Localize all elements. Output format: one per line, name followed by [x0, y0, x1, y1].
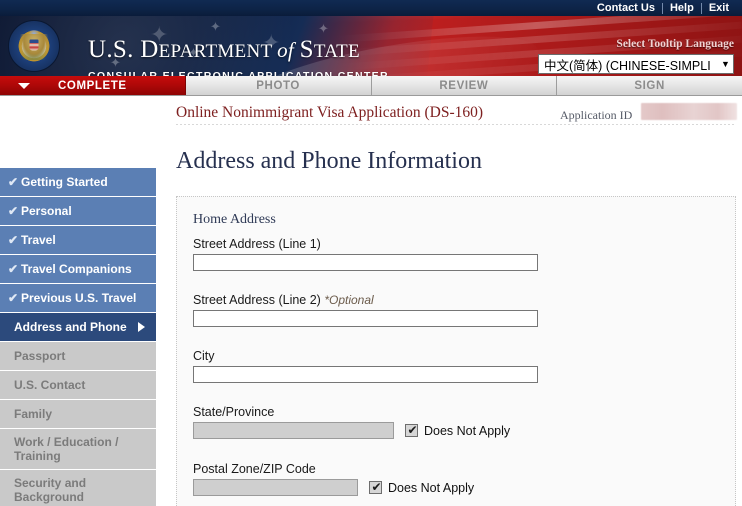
street-address-line2-input[interactable]	[193, 310, 538, 327]
tab-review-label: REVIEW	[439, 79, 489, 92]
sidebar-item-label: Getting Started	[21, 175, 108, 189]
chevron-right-icon	[138, 322, 145, 332]
city-label: City	[193, 349, 215, 363]
postal-zip-row: Does Not Apply	[193, 479, 474, 496]
brand-us: U.S.	[88, 36, 141, 63]
tooltip-language-label: Select Tooltip Language	[616, 38, 734, 50]
brand-of: of	[277, 38, 300, 62]
sidebar-item-address-and-phone[interactable]: Address and Phone	[0, 313, 156, 341]
brand-d: D	[140, 36, 159, 63]
sidebar-item-family[interactable]: Family	[0, 400, 156, 428]
state-province-input[interactable]	[193, 422, 394, 439]
sidebar-item-label: Previous U.S. Travel	[21, 291, 137, 305]
sidebar-item-personal[interactable]: ✔ Personal	[0, 197, 156, 225]
street-address-line2-field: Street Address (Line 2) *Optional	[193, 293, 538, 327]
postal-does-not-apply-label: Does Not Apply	[388, 480, 475, 495]
exit-link[interactable]: Exit	[702, 0, 736, 16]
brand-s: S	[299, 36, 314, 63]
state-does-not-apply-checkbox-wrap[interactable]: Does Not Apply	[405, 422, 511, 438]
sidebar-item-label: Personal	[21, 204, 72, 218]
chevron-down-icon[interactable]: ▼	[718, 55, 733, 73]
state-province-field: State/Province Does Not Apply	[193, 405, 510, 439]
help-link[interactable]: Help	[663, 0, 701, 16]
sidebar-item-label: Travel Companions	[21, 262, 132, 276]
city-field: City	[193, 349, 538, 383]
tab-sign-label: SIGN	[634, 79, 665, 92]
sidebar-item-travel-companions[interactable]: ✔ Travel Companions	[0, 255, 156, 283]
sidebar-item-label: Family	[14, 407, 53, 421]
sidebar-item-us-contact[interactable]: U.S. Contact	[0, 371, 156, 399]
city-input[interactable]	[193, 366, 538, 383]
flag-star-icon: ✦	[318, 21, 329, 36]
tab-photo-label: PHOTO	[256, 79, 300, 92]
street-address-line1-label: Street Address (Line 1)	[193, 237, 321, 251]
sidebar-item-label: Travel	[21, 233, 56, 247]
tooltip-language-select[interactable]: 中文(简体) (CHINESE-SIMPLI ▼	[538, 54, 734, 74]
application-id-label: Application ID	[560, 108, 633, 122]
check-icon: ✔	[8, 204, 19, 218]
utility-bar: Contact Us Help Exit	[0, 0, 742, 16]
sidebar-item-previous-us-travel[interactable]: ✔ Previous U.S. Travel	[0, 284, 156, 312]
brand-tate: TATE	[313, 41, 360, 62]
postal-zip-input[interactable]	[193, 479, 358, 496]
sidebar-item-label: Security and Background	[14, 476, 87, 504]
tab-complete-label: COMPLETE	[58, 79, 127, 92]
sidebar-item-label: U.S. Contact	[14, 378, 86, 392]
progress-step-tabs: COMPLETE PHOTO REVIEW SIGN	[0, 76, 742, 96]
flag-star-icon: ✦	[210, 19, 221, 34]
check-icon: ✔	[8, 262, 19, 276]
sidebar-item-label: Address and Phone	[14, 320, 127, 334]
seal-shield	[29, 39, 39, 51]
brand-title: U.S. DEPARTMENT of STATE	[88, 36, 360, 64]
sidebar-item-passport[interactable]: Passport	[0, 342, 156, 370]
check-icon: ✔	[8, 175, 19, 189]
application-title: Online Nonimmigrant Visa Application (DS…	[176, 104, 484, 121]
sidebar-item-label: Passport	[14, 349, 66, 363]
sidebar-nav: ✔ Getting Started ✔ Personal ✔ Travel ✔ …	[0, 168, 156, 506]
state-does-not-apply-checkbox[interactable]	[405, 422, 419, 438]
utility-divider-2	[700, 2, 702, 14]
state-province-label: State/Province	[193, 405, 275, 419]
street-address-line2-label-text: Street Address (Line 2)	[193, 293, 325, 307]
brand-epartment: EPARTMENT	[158, 41, 278, 62]
site-banner: ✦ ✦ ✦ ✦ ✦ ✦ U.S. DEPARTMENT of STATE CON…	[0, 16, 742, 76]
sidebar-item-getting-started[interactable]: ✔ Getting Started	[0, 168, 156, 196]
caret-down-icon	[18, 82, 30, 89]
tab-sign[interactable]: SIGN	[557, 76, 742, 95]
street-address-line2-label: Street Address (Line 2) *Optional	[193, 293, 538, 307]
title-divider	[176, 124, 736, 125]
application-id-value-redacted	[641, 103, 737, 120]
street-address-line1-field: Street Address (Line 1)	[193, 237, 538, 271]
sidebar-item-label: Work / Education / Training	[14, 435, 119, 463]
postal-zip-field: Postal Zone/ZIP Code Does Not Apply	[193, 462, 474, 496]
ds160-address-phone-page: Contact Us Help Exit ✦ ✦ ✦ ✦ ✦ ✦ U.S. DE…	[0, 0, 742, 506]
street-address-line1-input[interactable]	[193, 254, 538, 271]
tooltip-language-value: 中文(简体) (CHINESE-SIMPLI	[544, 58, 711, 73]
optional-marker: *Optional	[324, 293, 374, 307]
address-form-panel: Home Address Street Address (Line 1) Str…	[176, 196, 736, 506]
state-province-row: Does Not Apply	[193, 422, 510, 439]
sidebar-item-work-education-training[interactable]: Work / Education / Training	[0, 429, 156, 469]
tab-review[interactable]: REVIEW	[371, 76, 558, 95]
us-department-of-state-seal-icon	[8, 20, 60, 72]
state-does-not-apply-label: Does Not Apply	[424, 423, 511, 438]
postal-does-not-apply-checkbox-wrap[interactable]: Does Not Apply	[369, 479, 475, 495]
postal-does-not-apply-checkbox[interactable]	[369, 479, 383, 495]
contact-us-link[interactable]: Contact Us	[590, 0, 662, 16]
sidebar-item-security-and-background[interactable]: Security and Background	[0, 470, 156, 506]
check-icon: ✔	[8, 233, 19, 247]
sidebar-item-travel[interactable]: ✔ Travel	[0, 226, 156, 254]
page-title: Address and Phone Information	[176, 148, 482, 174]
tab-photo[interactable]: PHOTO	[185, 76, 372, 95]
tab-complete[interactable]: COMPLETE	[0, 76, 186, 95]
check-icon: ✔	[8, 291, 19, 305]
utility-divider-1	[661, 2, 663, 14]
postal-zip-label: Postal Zone/ZIP Code	[193, 462, 316, 476]
home-address-section-title: Home Address	[193, 212, 276, 227]
